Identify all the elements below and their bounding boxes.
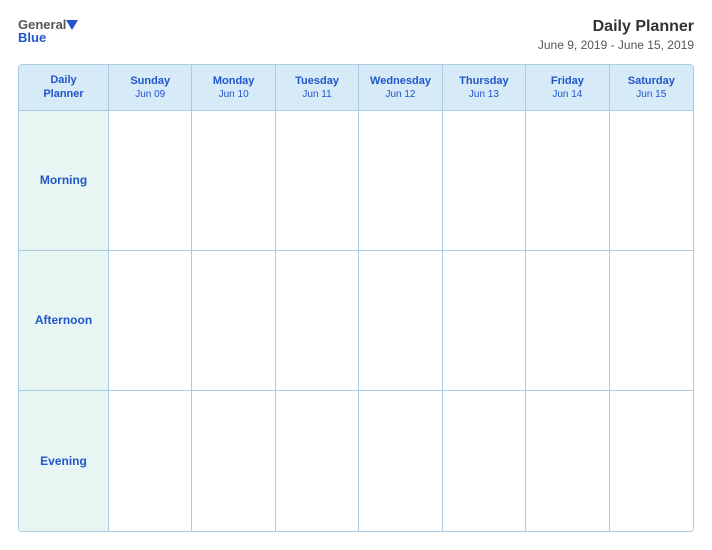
- header-cell-wed: Wednesday Jun 12: [359, 65, 442, 110]
- title-block: Daily Planner June 9, 2019 - June 15, 20…: [538, 18, 694, 52]
- header: General Blue Daily Planner June 9, 2019 …: [18, 18, 694, 52]
- evening-fri[interactable]: [526, 391, 609, 531]
- header-daily: Daily: [50, 73, 76, 87]
- header-cell-fri: Friday Jun 14: [526, 65, 609, 110]
- header-monday: Monday: [213, 74, 255, 88]
- header-sat-date: Jun 15: [636, 88, 666, 101]
- afternoon-fri[interactable]: [526, 251, 609, 390]
- header-sun-date: Jun 09: [135, 88, 165, 101]
- header-cell-thu: Thursday Jun 13: [443, 65, 526, 110]
- header-saturday: Saturday: [628, 74, 675, 88]
- header-cell-tue: Tuesday Jun 11: [276, 65, 359, 110]
- logo-icon: [66, 20, 78, 30]
- evening-row: Evening: [19, 391, 693, 531]
- header-mon-date: Jun 10: [219, 88, 249, 101]
- header-thursday: Thursday: [459, 74, 509, 88]
- header-thu-date: Jun 13: [469, 88, 499, 101]
- header-cell-mon: Monday Jun 10: [192, 65, 275, 110]
- morning-thu[interactable]: [443, 111, 526, 250]
- header-tue-date: Jun 11: [302, 88, 331, 101]
- morning-tue[interactable]: [276, 111, 359, 250]
- header-fri-date: Jun 14: [552, 88, 582, 101]
- header-friday: Friday: [551, 74, 584, 88]
- morning-fri[interactable]: [526, 111, 609, 250]
- calendar-header-row: Daily Planner Sunday Jun 09 Monday Jun 1…: [19, 65, 693, 111]
- evening-label: Evening: [19, 391, 109, 531]
- evening-sun[interactable]: [109, 391, 192, 531]
- page: General Blue Daily Planner June 9, 2019 …: [0, 0, 712, 550]
- afternoon-mon[interactable]: [192, 251, 275, 390]
- morning-row: Morning: [19, 111, 693, 251]
- header-cell-sat: Saturday Jun 15: [610, 65, 693, 110]
- evening-sat[interactable]: [610, 391, 693, 531]
- evening-wed[interactable]: [359, 391, 442, 531]
- afternoon-thu[interactable]: [443, 251, 526, 390]
- afternoon-sat[interactable]: [610, 251, 693, 390]
- header-planner: Planner: [43, 87, 83, 101]
- calendar: Daily Planner Sunday Jun 09 Monday Jun 1…: [18, 64, 694, 532]
- evening-thu[interactable]: [443, 391, 526, 531]
- header-cell-label: Daily Planner: [19, 65, 109, 110]
- morning-wed[interactable]: [359, 111, 442, 250]
- logo: General Blue: [18, 18, 78, 44]
- morning-sun[interactable]: [109, 111, 192, 250]
- header-sunday: Sunday: [130, 74, 170, 88]
- afternoon-sun[interactable]: [109, 251, 192, 390]
- date-range: June 9, 2019 - June 15, 2019: [538, 38, 694, 52]
- evening-tue[interactable]: [276, 391, 359, 531]
- page-title: Daily Planner: [538, 18, 694, 36]
- afternoon-wed[interactable]: [359, 251, 442, 390]
- afternoon-tue[interactable]: [276, 251, 359, 390]
- header-wed-date: Jun 12: [385, 88, 415, 101]
- header-tuesday: Tuesday: [295, 74, 339, 88]
- calendar-body: Morning Afternoon: [19, 111, 693, 531]
- logo-blue: Blue: [18, 31, 78, 44]
- header-wednesday: Wednesday: [370, 74, 431, 88]
- morning-mon[interactable]: [192, 111, 275, 250]
- header-cell-sun: Sunday Jun 09: [109, 65, 192, 110]
- evening-mon[interactable]: [192, 391, 275, 531]
- morning-label: Morning: [19, 111, 109, 250]
- morning-sat[interactable]: [610, 111, 693, 250]
- afternoon-label: Afternoon: [19, 251, 109, 390]
- afternoon-row: Afternoon: [19, 251, 693, 391]
